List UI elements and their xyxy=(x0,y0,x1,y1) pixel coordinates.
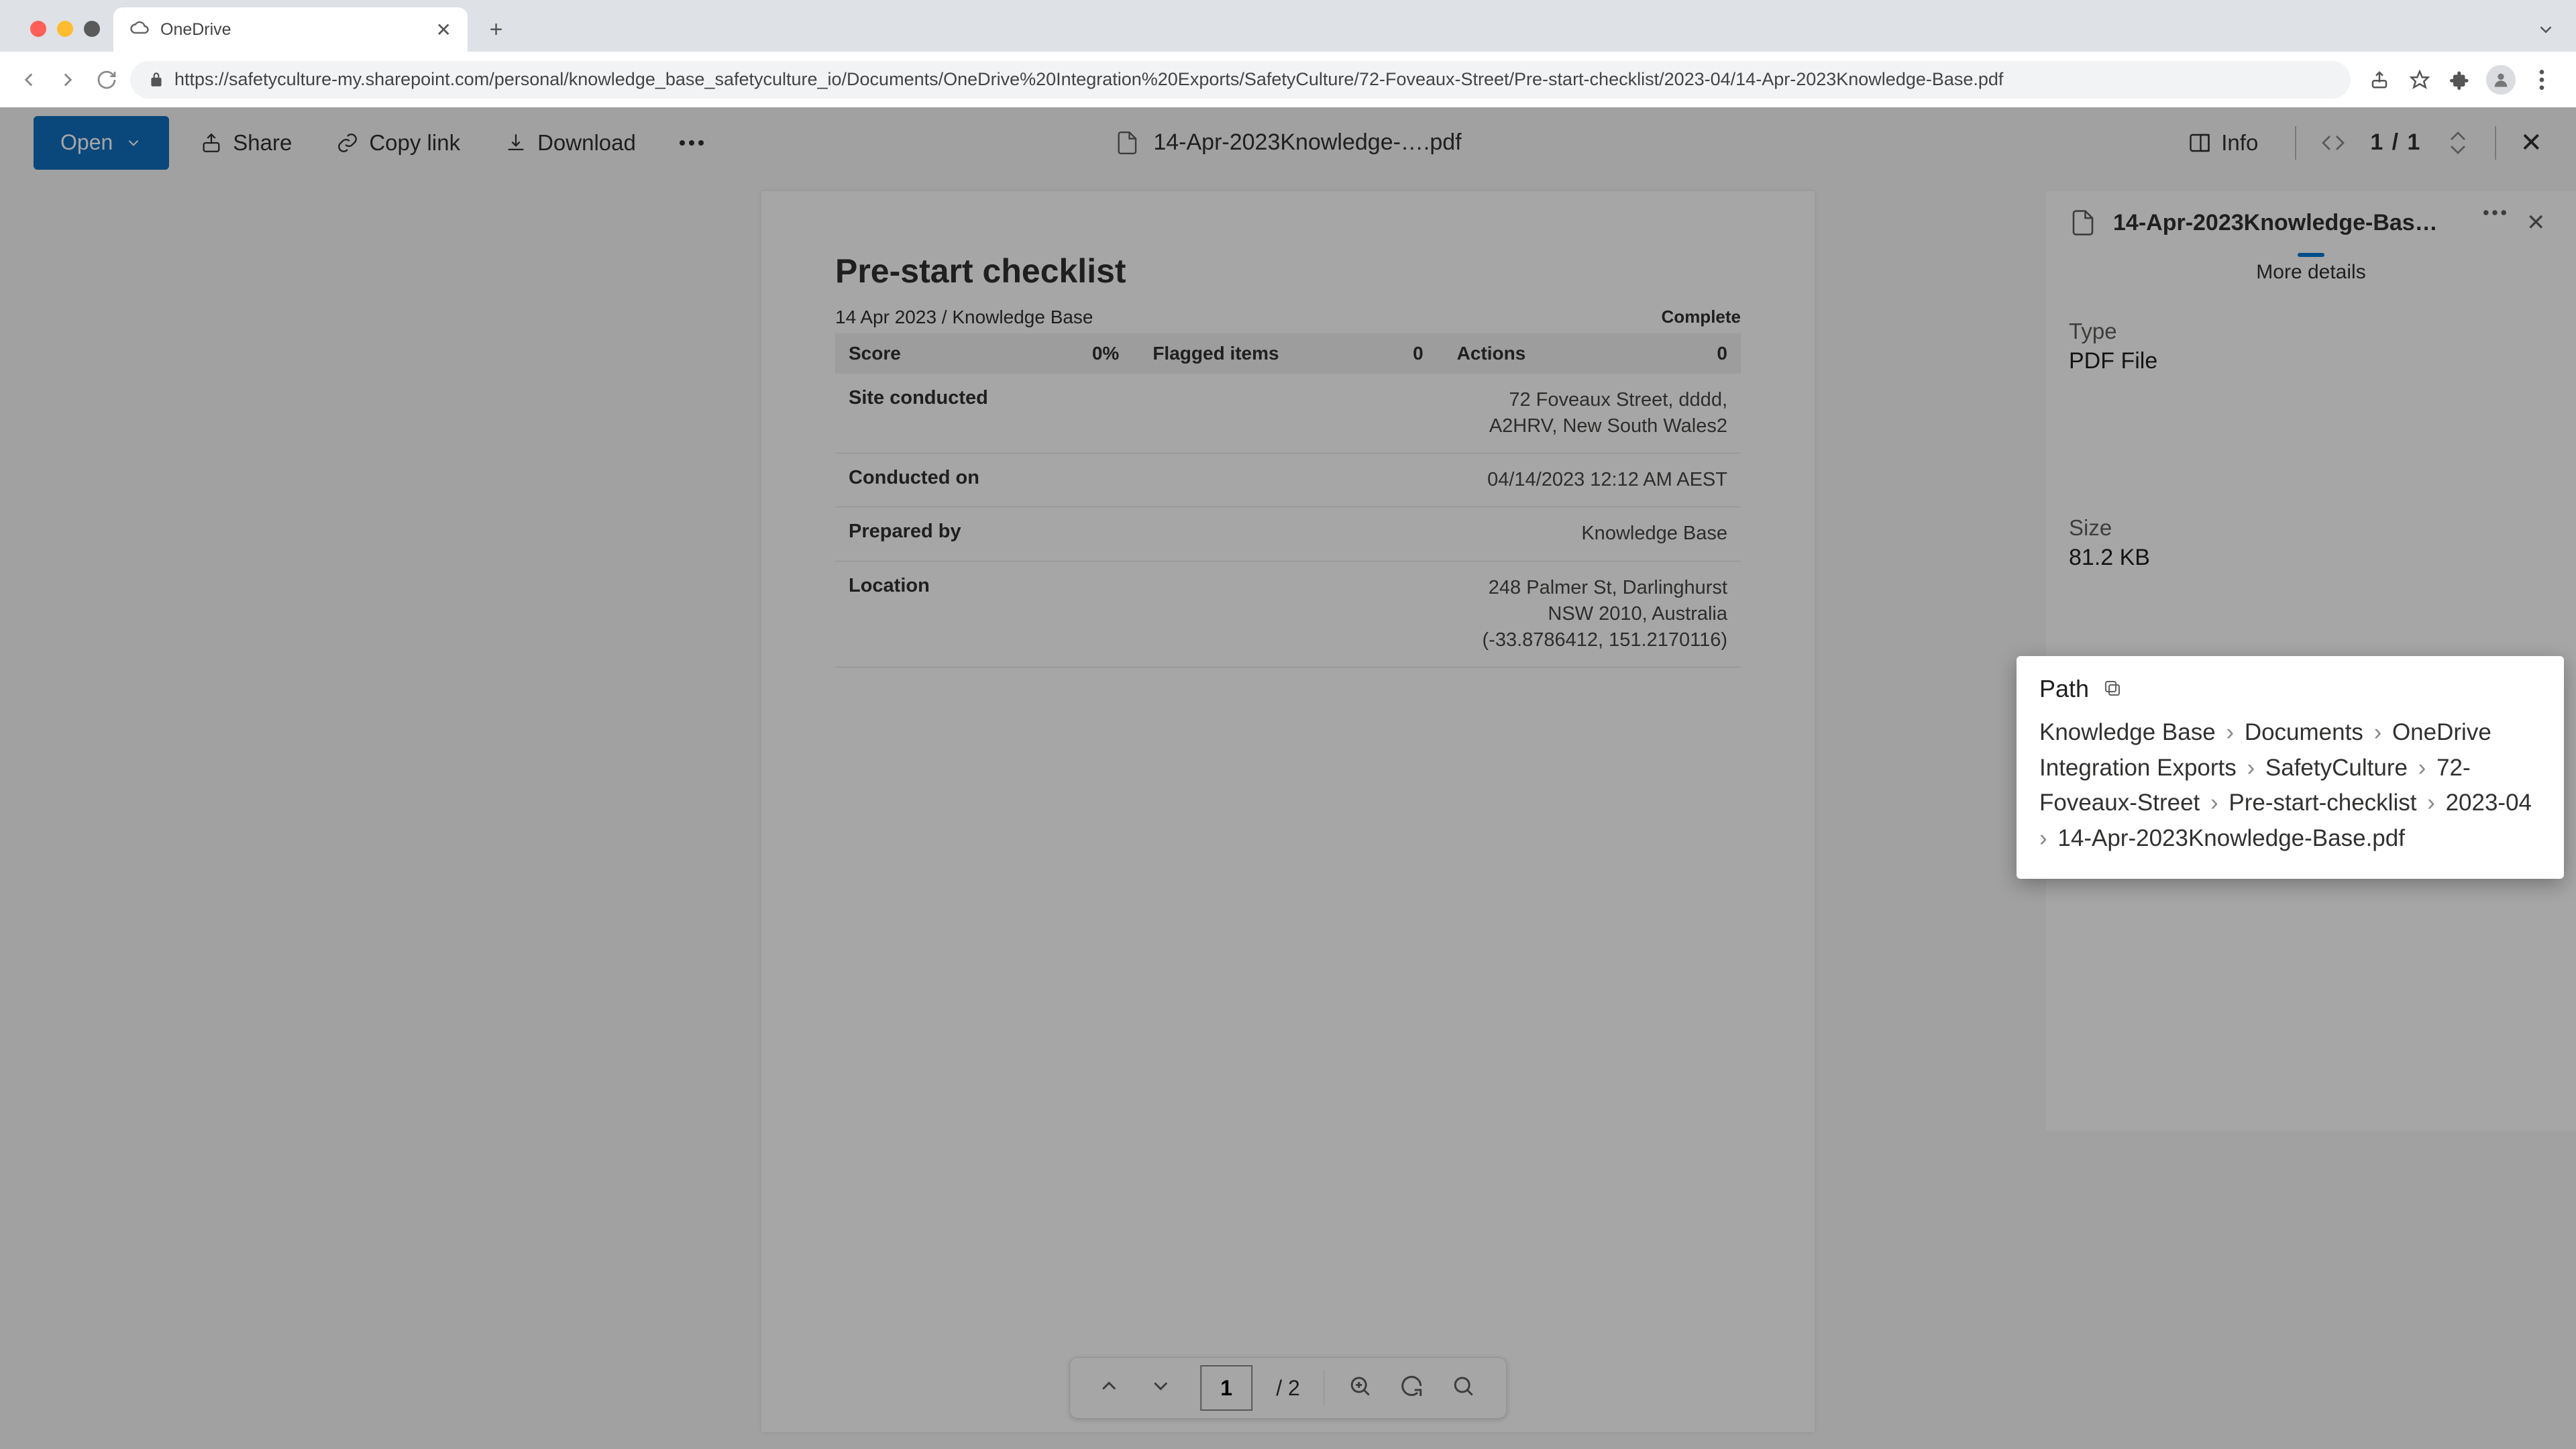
minimize-window-button[interactable] xyxy=(57,21,73,37)
path-label: Path xyxy=(2039,675,2089,703)
profile-button[interactable] xyxy=(2486,65,2516,95)
path-breadcrumb[interactable]: Knowledge Base › Documents › OneDrive In… xyxy=(2039,715,2541,856)
browser-chrome: OneDrive ✕ + https://safetyculture-my.sh… xyxy=(0,0,2576,107)
bookmark-button[interactable] xyxy=(2406,66,2434,94)
path-header: Path xyxy=(2039,675,2541,703)
browser-menu-button[interactable] xyxy=(2528,66,2556,94)
tab-strip: OneDrive ✕ + xyxy=(0,0,2576,52)
tabs-dropdown-button[interactable] xyxy=(2536,19,2556,40)
extensions-button[interactable] xyxy=(2446,66,2474,94)
back-button[interactable] xyxy=(13,64,44,95)
url-input[interactable]: https://safetyculture-my.sharepoint.com/… xyxy=(130,61,2351,99)
onedrive-favicon-icon xyxy=(129,19,150,40)
address-bar-actions xyxy=(2359,65,2563,95)
copy-path-button[interactable] xyxy=(2102,678,2124,700)
share-page-button[interactable] xyxy=(2365,66,2394,94)
url-text: https://safetyculture-my.sharepoint.com/… xyxy=(174,69,2003,90)
maximize-window-button[interactable] xyxy=(84,21,100,37)
close-window-button[interactable] xyxy=(30,21,46,37)
tab-close-button[interactable]: ✕ xyxy=(436,19,451,41)
tab-title: OneDrive xyxy=(160,20,231,40)
onedrive-app: Open Share Copy link Download 14-Apr-202… xyxy=(0,107,2576,1449)
forward-button[interactable] xyxy=(52,64,83,95)
path-tooltip: Path Knowledge Base › Documents › OneDri… xyxy=(2017,656,2564,879)
window-controls xyxy=(10,21,113,52)
address-bar: https://safetyculture-my.sharepoint.com/… xyxy=(0,52,2576,107)
reload-button[interactable] xyxy=(91,64,122,95)
lock-icon xyxy=(148,71,165,89)
new-tab-button[interactable]: + xyxy=(481,15,511,45)
browser-tab[interactable]: OneDrive ✕ xyxy=(113,7,468,52)
